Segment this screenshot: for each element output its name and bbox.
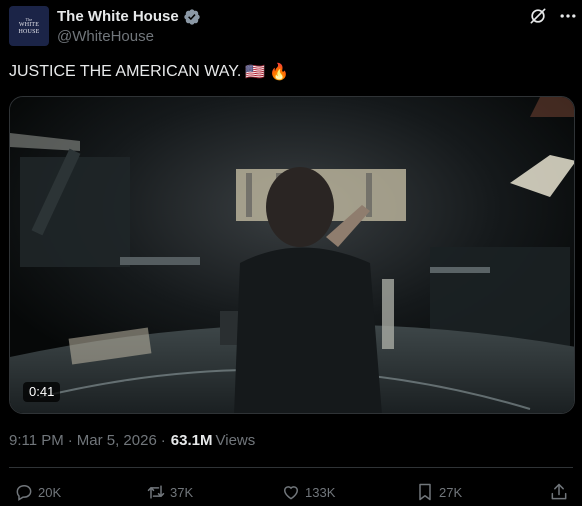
reply-icon xyxy=(16,484,32,501)
more-icon[interactable] xyxy=(558,6,578,26)
avatar-text-2: WHITE xyxy=(18,21,40,28)
fire-emoji: 🔥 xyxy=(269,64,290,81)
video-player[interactable]: 0:41 xyxy=(9,96,575,414)
bookmark-count: 27K xyxy=(439,484,463,500)
heart-icon xyxy=(283,486,299,500)
bookmark-icon xyxy=(419,483,431,501)
repost-icon xyxy=(147,485,165,499)
verified-badge-icon xyxy=(183,8,200,25)
share-button[interactable] xyxy=(549,480,569,504)
repost-button[interactable]: 37K xyxy=(146,480,193,504)
video-frame xyxy=(10,97,574,413)
bookmark-button[interactable]: 27K xyxy=(415,480,462,504)
video-duration: 0:41 xyxy=(23,382,61,402)
tweet-meta: 9:11 PM · Mar 5, 2026 · 63.1M Views xyxy=(9,432,255,449)
like-button[interactable]: 133K xyxy=(281,480,335,504)
tweet-body: JUSTICE THE AMERICAN WAY. xyxy=(9,63,242,80)
views-label: Views xyxy=(215,432,256,449)
us-flag-emoji: 🇺🇸 xyxy=(245,64,266,81)
tweet-text: JUSTICE THE AMERICAN WAY. 🇺🇸 🔥 xyxy=(9,62,289,82)
meta-separator-1: · xyxy=(67,432,73,449)
meta-separator-2: · xyxy=(160,432,166,449)
avatar-text-3: HOUSE xyxy=(18,28,40,35)
share-icon xyxy=(551,483,567,500)
reply-button[interactable]: 20K xyxy=(14,480,61,504)
tweet-header: The WHITE HOUSE The White House @WhiteHo… xyxy=(9,6,582,46)
tweet-time[interactable]: 9:11 PM xyxy=(9,432,64,449)
avatar[interactable]: The WHITE HOUSE xyxy=(9,6,49,46)
tweet-date[interactable]: Mar 5, 2026 xyxy=(77,432,157,449)
handle[interactable]: @WhiteHouse xyxy=(57,28,201,45)
divider xyxy=(9,467,573,468)
repost-count: 37K xyxy=(170,484,194,500)
views-count: 63.1M xyxy=(170,432,213,449)
like-count: 133K xyxy=(305,484,336,500)
action-bar: 20K 37K 133K 27K xyxy=(0,480,582,504)
reply-count: 20K xyxy=(38,484,62,500)
display-name[interactable]: The White House xyxy=(57,8,179,25)
grok-icon[interactable] xyxy=(528,6,548,26)
author-info: The White House @WhiteHouse xyxy=(57,7,201,45)
